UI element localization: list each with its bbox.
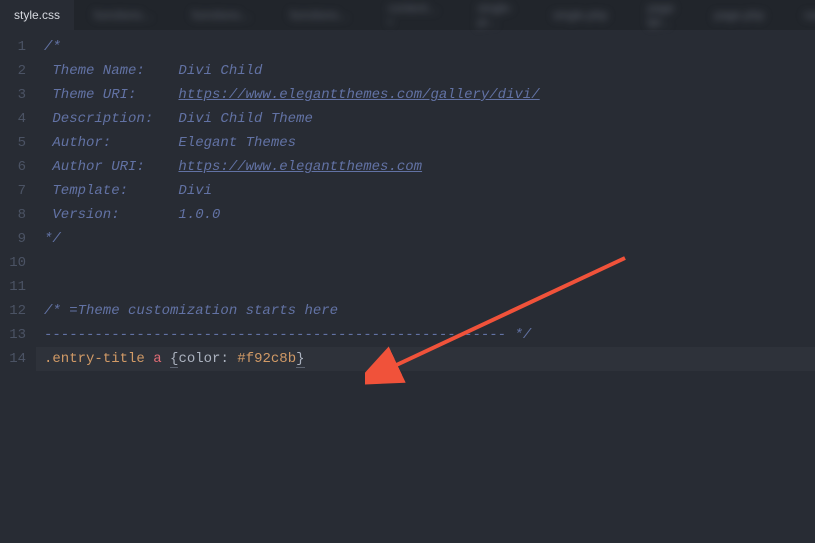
comment-value: Divi Child Theme (178, 111, 312, 127)
comment-link[interactable]: https://www.elegantthemes.com/gallery/di… (178, 87, 539, 103)
comment-link[interactable]: https://www.elegantthemes.com (178, 159, 422, 175)
comment-value: Elegant Themes (178, 135, 296, 151)
code-line: Description: Divi Child Theme (44, 107, 815, 131)
css-brace-close: } (296, 351, 304, 368)
tab-inactive-6[interactable]: single.php (533, 0, 628, 30)
line-number: 9 (0, 227, 26, 251)
tab-bar: style.css functions... functions... func… (0, 0, 815, 30)
code-line (44, 251, 815, 275)
comment-divider: ----------------------------------------… (44, 327, 531, 343)
comment-label: Author: (44, 135, 178, 151)
comment-open: /* (44, 39, 61, 55)
comment-value: Divi (178, 183, 212, 199)
line-number: 1 (0, 35, 26, 59)
code-line: Author URI: https://www.elegantthemes.co… (44, 155, 815, 179)
tab-style-css[interactable]: style.css (0, 0, 74, 30)
line-gutter: 1 2 3 4 5 6 7 8 9 10 11 12 13 14 (0, 30, 36, 371)
tab-inactive-9[interactable]: navigation (784, 0, 815, 30)
line-number: 11 (0, 275, 26, 299)
tab-inactive-1[interactable]: functions... (74, 0, 172, 30)
comment-label: Description: (44, 111, 178, 127)
code-line-active: .entry-title a {color: #f92c8b} (36, 347, 815, 371)
css-property: color (178, 351, 220, 367)
line-number: 12 (0, 299, 26, 323)
tab-inactive-7[interactable]: page tpl... (628, 0, 695, 30)
tab-inactive-8[interactable]: page.php (694, 0, 784, 30)
css-value: #f92c8b (237, 351, 296, 367)
code-line: /* (44, 35, 815, 59)
line-number: 6 (0, 155, 26, 179)
comment-close: */ (44, 231, 61, 247)
tab-inactive-4[interactable]: content... • (368, 0, 457, 30)
line-number: 8 (0, 203, 26, 227)
code-line: ----------------------------------------… (44, 323, 815, 347)
line-number: 10 (0, 251, 26, 275)
line-number: 13 (0, 323, 26, 347)
code-line: Template: Divi (44, 179, 815, 203)
line-number: 2 (0, 59, 26, 83)
line-number: 5 (0, 131, 26, 155)
line-number: 4 (0, 107, 26, 131)
css-selector-class: .entry-title (44, 351, 145, 367)
comment-label: Author URI: (44, 159, 178, 175)
code-line (44, 275, 815, 299)
comment-value: 1.0.0 (178, 207, 220, 223)
comment-label: Version: (44, 207, 178, 223)
comment-label: Theme URI: (44, 87, 178, 103)
tab-inactive-3[interactable]: functions... (270, 0, 368, 30)
code-area[interactable]: /* Theme Name: Divi Child Theme URI: htt… (36, 30, 815, 371)
line-number: 14 (0, 347, 26, 371)
comment-value: Divi Child (178, 63, 262, 79)
line-number: 7 (0, 179, 26, 203)
code-line: Version: 1.0.0 (44, 203, 815, 227)
line-number: 3 (0, 83, 26, 107)
code-line: Theme Name: Divi Child (44, 59, 815, 83)
comment-label: Template: (44, 183, 178, 199)
comment-label: Theme Name: (44, 63, 178, 79)
css-selector-tag: a (145, 351, 170, 367)
tab-inactive-5[interactable]: single-pr... (457, 0, 532, 30)
css-colon: : (220, 351, 237, 367)
code-line: /* =Theme customization starts here (44, 299, 815, 323)
tab-inactive-2[interactable]: functions... (172, 0, 270, 30)
code-editor[interactable]: 1 2 3 4 5 6 7 8 9 10 11 12 13 14 /* Them… (0, 30, 815, 371)
comment-heading: /* =Theme customization starts here (44, 303, 338, 319)
code-line: */ (44, 227, 815, 251)
code-line: Author: Elegant Themes (44, 131, 815, 155)
code-line: Theme URI: https://www.elegantthemes.com… (44, 83, 815, 107)
